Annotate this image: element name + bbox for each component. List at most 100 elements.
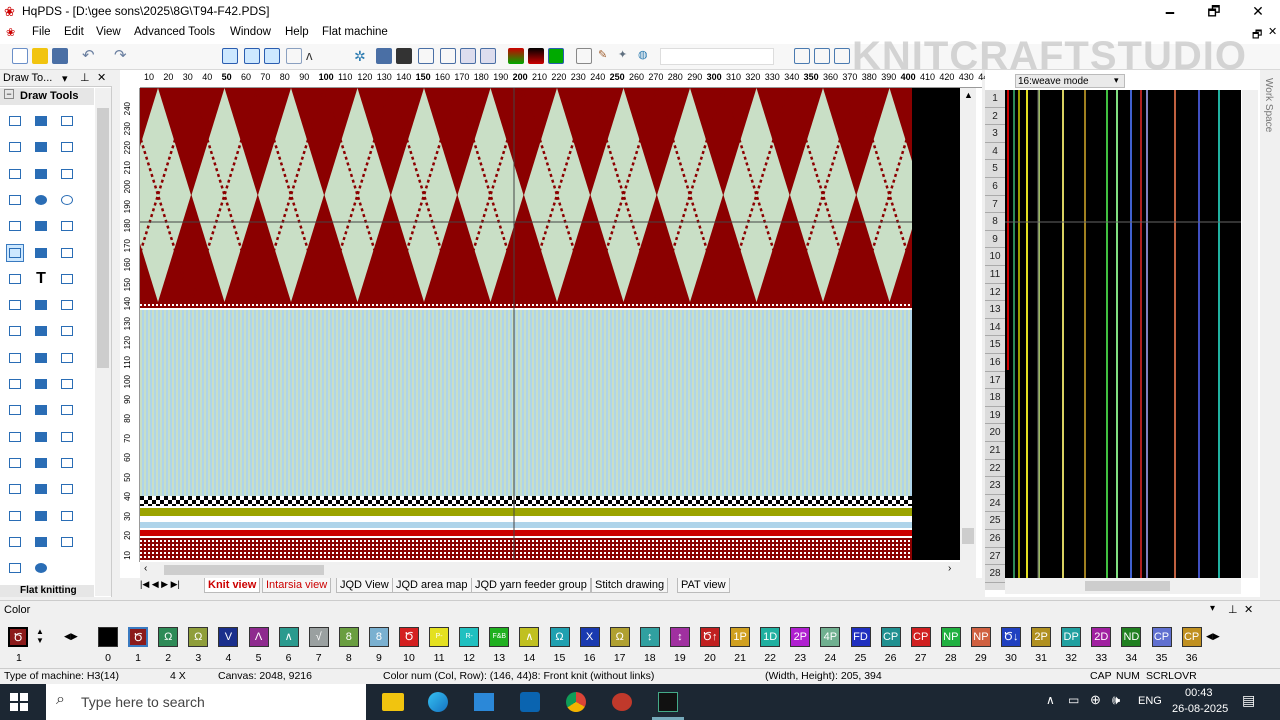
color-swatch[interactable]: ND [1121,627,1142,647]
tab-jqd-yarn-feeder-group[interactable]: JQD yarn feeder group [471,578,591,593]
key-icon[interactable] [6,533,24,551]
color-swatch[interactable]: ↕ [669,627,690,647]
color-swatch[interactable]: V [218,627,239,647]
tab-intarsia-view[interactable]: Intarsia view [262,578,332,593]
polygon-icon[interactable] [32,244,50,262]
store-icon[interactable] [474,693,494,711]
menu-flat-machine[interactable]: Flat machine [322,26,388,38]
brush-icon[interactable]: ✎ [598,48,614,64]
tab-jqd-view[interactable]: JQD View [336,578,393,593]
fill-bucket-icon[interactable] [6,243,24,262]
terminal-icon[interactable] [658,692,678,712]
ellipse-fill-icon[interactable] [58,191,76,209]
color-swatch[interactable]: Ծ↑ [700,627,720,647]
hscroll-thumb[interactable] [164,565,324,575]
panel-close-icon[interactable]: ✕ [97,71,106,84]
circle-icon[interactable] [32,559,50,577]
weave-hscroll[interactable] [1005,578,1241,594]
weave-vscroll[interactable] [1242,90,1258,578]
notification-icon[interactable]: ▤ [1242,692,1255,709]
rect-icon[interactable] [6,165,24,183]
canvas-vscroll[interactable]: ▲ [960,88,976,562]
diamond-icon[interactable] [6,217,24,235]
save-icon[interactable] [52,48,68,64]
color-swatch[interactable] [98,627,118,647]
pencil-icon[interactable] [58,112,76,130]
grid-tool-icon[interactable] [6,296,24,314]
color-swatch[interactable]: NP [940,627,961,647]
layer2-icon[interactable] [528,48,544,64]
vscroll-thumb[interactable] [962,528,974,544]
frame-icon[interactable] [58,428,76,446]
apps-icon[interactable] [6,559,24,577]
layer1-icon[interactable] [508,48,524,64]
select-rect-icon[interactable] [32,112,50,130]
tool-x-icon[interactable] [396,48,412,64]
menu-file[interactable]: File [32,26,51,38]
eraser2-icon[interactable] [58,349,76,367]
weave-mode-select[interactable]: 16:weave mode ▾ [1015,74,1125,88]
language-indicator[interactable]: ENG [1138,695,1162,707]
color-swatch[interactable]: X [579,627,600,647]
zoom-icon[interactable] [6,507,24,525]
fill-area-icon[interactable] [58,507,76,525]
color-swatch[interactable]: 2P [1031,627,1052,647]
snow-icon[interactable]: ✲ [354,48,370,64]
window2-icon[interactable] [32,454,50,472]
grid-h-icon[interactable] [264,48,280,64]
knit-canvas[interactable] [140,88,960,560]
align-l-icon[interactable] [6,401,24,419]
window1-icon[interactable] [6,454,24,472]
color-swatch[interactable]: ∧ [278,627,299,647]
color-swatch[interactable]: CP [1151,627,1172,647]
collapse-icon[interactable]: − [4,89,14,99]
open-folder-icon[interactable] [32,48,48,64]
knit-pattern[interactable] [140,88,960,560]
menu-window[interactable]: Window [230,26,271,38]
menu-view[interactable]: View [96,26,121,38]
menu-advanced-tools[interactable]: Advanced Tools [134,26,215,38]
minimize-button[interactable]: 🗕 [1148,0,1192,22]
rounded-rect-icon[interactable] [58,165,76,183]
pin-icon[interactable] [32,480,50,498]
toolbar-dropdown[interactable] [660,48,774,65]
edit-pen-icon[interactable] [376,48,392,64]
color-swatch[interactable]: FD [850,627,871,647]
curve-icon[interactable]: ʌ [306,48,322,64]
color-more-icon[interactable]: ◀▶ [1206,631,1220,642]
tab-jqd-area-map[interactable]: JQD area map [392,578,472,593]
diamond-fill-icon[interactable] [32,217,50,235]
color-swatch[interactable]: CP [880,627,901,647]
grid-v-icon[interactable] [244,48,260,64]
ellipse-icon[interactable] [32,191,50,209]
stamp-icon[interactable] [58,480,76,498]
color-swatch[interactable]: √ [308,627,329,647]
align-icon[interactable] [794,48,810,64]
pattern-icon[interactable] [58,270,76,288]
color-swatch[interactable]: ∧ [519,627,540,647]
curve-icon[interactable] [58,138,76,156]
menu-help[interactable]: Help [285,26,309,38]
color-swatch[interactable]: CP [910,627,931,647]
color-swatch[interactable]: Ω [158,627,179,647]
color-swatch[interactable]: Ω [609,627,630,647]
line-angle-icon[interactable] [6,138,24,156]
color-swatch[interactable]: Ծ↓ [1001,627,1021,647]
tab-stitch-drawing[interactable]: Stitch drawing [591,578,669,593]
weave-hscroll-thumb[interactable] [1085,581,1170,591]
scroll-up-icon[interactable]: ▲ [964,90,973,100]
spread-icon[interactable] [6,428,24,446]
fill-tool-icon[interactable] [6,349,24,367]
align-h-icon[interactable] [58,375,76,393]
volume-icon[interactable]: 🕪 [1112,692,1120,708]
frame-icon[interactable] [460,48,476,64]
polygon-fill-icon[interactable] [58,244,76,262]
scroll-left-icon[interactable]: ‹ [144,563,147,574]
tab-pat-view[interactable]: PAT view [677,578,730,593]
color-swatch[interactable]: NP [970,627,991,647]
hand-icon[interactable] [6,112,24,130]
spread2-icon[interactable] [32,428,50,446]
clean-icon[interactable] [32,533,50,551]
paint-icon[interactable] [32,349,50,367]
rect-fill-icon[interactable] [32,165,50,183]
